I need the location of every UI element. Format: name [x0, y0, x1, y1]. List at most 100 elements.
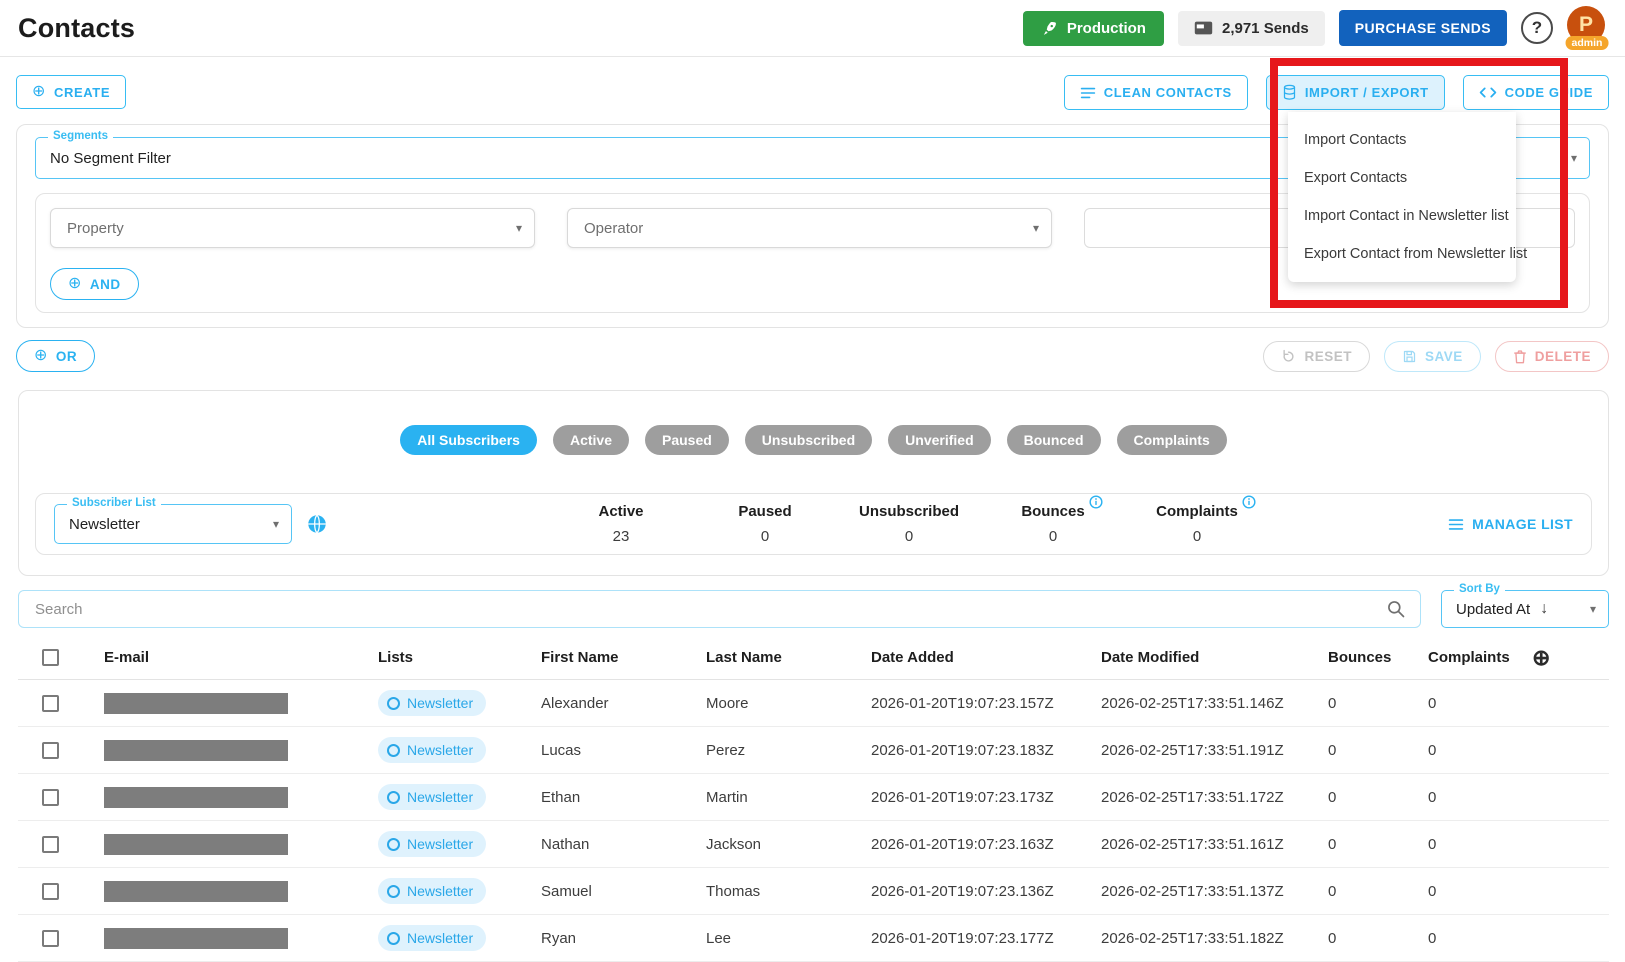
- add-or-condition-button[interactable]: ⊕ OR: [16, 340, 95, 372]
- chevron-down-icon: ▾: [1033, 221, 1039, 235]
- sort-select[interactable]: Sort By Updated At ↓ ▾: [1441, 590, 1609, 628]
- help-button[interactable]: ?: [1521, 12, 1553, 44]
- select-all-checkbox[interactable]: [42, 649, 59, 666]
- stat-label: Paused: [738, 503, 791, 520]
- status-tab[interactable]: Bounced: [1007, 425, 1101, 455]
- list-stat: Unsubscribed 0: [853, 503, 965, 545]
- col-header-last-name: Last Name: [673, 649, 838, 666]
- operator-placeholder: Operator: [584, 220, 643, 237]
- col-header-complaints: Complaints: [1418, 649, 1528, 666]
- globe-icon[interactable]: [306, 512, 330, 536]
- database-icon: [1282, 84, 1297, 101]
- menu-item[interactable]: Export Contacts: [1288, 159, 1516, 197]
- status-tab[interactable]: Complaints: [1117, 425, 1227, 455]
- import-export-button[interactable]: IMPORT / EXPORT: [1266, 75, 1445, 110]
- date-modified-cell: 2026-02-25T17:33:51.191Z: [1068, 742, 1318, 759]
- status-tab[interactable]: Active: [553, 425, 629, 455]
- toolbar-right-group: CLEAN CONTACTS IMPORT / EXPORT: [1064, 75, 1609, 110]
- list-chip-label: Newsletter: [407, 742, 473, 758]
- property-select[interactable]: Property ▾: [50, 208, 535, 248]
- list-chip[interactable]: Newsletter: [378, 925, 486, 951]
- stat-label: Complaints: [1156, 503, 1238, 520]
- purchase-sends-button[interactable]: PURCHASE SENDS: [1339, 10, 1507, 46]
- create-button[interactable]: ⊕ CREATE: [16, 75, 126, 109]
- row-checkbox[interactable]: [42, 836, 59, 853]
- reset-label: RESET: [1304, 349, 1352, 364]
- list-chip[interactable]: Newsletter: [378, 878, 486, 904]
- list-chip-label: Newsletter: [407, 695, 473, 711]
- add-and-condition-button[interactable]: ⊕ AND: [50, 268, 139, 300]
- table-row[interactable]: Newsletter Ethan Martin 2026-01-20T19:07…: [18, 774, 1609, 821]
- row-checkbox[interactable]: [42, 883, 59, 900]
- production-button[interactable]: Production: [1023, 11, 1164, 46]
- col-header-email: E-mail: [68, 649, 348, 666]
- redacted-email: [104, 881, 288, 902]
- stat-value: 0: [709, 528, 821, 545]
- menu-item[interactable]: Export Contact from Newsletter list: [1288, 235, 1516, 273]
- info-icon[interactable]: [1089, 495, 1103, 509]
- list-chip-label: Newsletter: [407, 883, 473, 899]
- row-checkbox[interactable]: [42, 930, 59, 947]
- header-actions: Production 2,971 Sends PURCHASE SENDS ? …: [1023, 6, 1607, 50]
- complaints-cell: 0: [1418, 789, 1528, 806]
- list-chip[interactable]: Newsletter: [378, 737, 486, 763]
- list-stat: Complaints 0: [1141, 503, 1253, 545]
- status-tab[interactable]: Unsubscribed: [745, 425, 872, 455]
- save-label: SAVE: [1425, 349, 1463, 364]
- add-column-icon[interactable]: ⊕: [1532, 646, 1556, 670]
- circle-icon: [387, 791, 400, 804]
- table-row[interactable]: Newsletter Nathan Jackson 2026-01-20T19:…: [18, 821, 1609, 868]
- bounces-cell: 0: [1318, 742, 1418, 759]
- list-chip[interactable]: Newsletter: [378, 831, 486, 857]
- question-mark-icon: ?: [1532, 18, 1542, 38]
- stat-value: 0: [853, 528, 965, 545]
- last-name-cell: Jackson: [673, 836, 838, 853]
- sort-by-label: Sort By: [1454, 583, 1505, 595]
- contacts-page: Contacts Production: [0, 0, 1625, 917]
- chevron-down-icon: ▾: [516, 221, 522, 235]
- status-tab[interactable]: All Subscribers: [400, 425, 537, 455]
- save-button[interactable]: SAVE: [1384, 341, 1481, 372]
- subscriber-list-select[interactable]: Subscriber List Newsletter ▾: [54, 504, 292, 544]
- menu-item[interactable]: Import Contact in Newsletter list: [1288, 197, 1516, 235]
- segments-value: No Segment Filter: [50, 150, 171, 167]
- code-guide-button[interactable]: CODE GUIDE: [1463, 75, 1609, 110]
- arrow-down-icon: ↓: [1540, 600, 1548, 618]
- table-row[interactable]: Newsletter Ryan Lee 2026-01-20T19:07:23.…: [18, 915, 1609, 962]
- status-tab[interactable]: Paused: [645, 425, 729, 455]
- list-chip[interactable]: Newsletter: [378, 784, 486, 810]
- row-checkbox[interactable]: [42, 695, 59, 712]
- stat-label: Bounces: [1021, 503, 1084, 520]
- first-name-cell: Nathan: [508, 836, 673, 853]
- menu-item[interactable]: Import Contacts: [1288, 121, 1516, 159]
- first-name-cell: Lucas: [508, 742, 673, 759]
- clean-contacts-button[interactable]: CLEAN CONTACTS: [1064, 75, 1248, 110]
- list-chip[interactable]: Newsletter: [378, 690, 486, 716]
- table-row[interactable]: Newsletter Lucas Perez 2026-01-20T19:07:…: [18, 727, 1609, 774]
- date-modified-cell: 2026-02-25T17:33:51.161Z: [1068, 836, 1318, 853]
- search-icon[interactable]: [1386, 599, 1406, 619]
- contacts-table: E-mail Lists First Name Last Name Date A…: [18, 636, 1609, 962]
- plus-circle-icon: ⊕: [32, 84, 46, 100]
- row-checkbox[interactable]: [42, 789, 59, 806]
- table-row[interactable]: Newsletter Alexander Moore 2026-01-20T19…: [18, 680, 1609, 727]
- manage-list-button[interactable]: MANAGE LIST: [1448, 516, 1573, 532]
- table-row[interactable]: Newsletter Samuel Thomas 2026-01-20T19:0…: [18, 868, 1609, 915]
- top-header: Contacts Production: [0, 0, 1625, 57]
- code-guide-label: CODE GUIDE: [1505, 85, 1593, 100]
- sends-counter[interactable]: 2,971 Sends: [1178, 11, 1325, 46]
- row-checkbox[interactable]: [42, 742, 59, 759]
- search-input[interactable]: [19, 601, 1420, 618]
- subscriber-list-value: Newsletter: [69, 516, 140, 533]
- bounces-cell: 0: [1318, 883, 1418, 900]
- stat-value: 0: [1141, 528, 1253, 545]
- property-placeholder: Property: [67, 220, 124, 237]
- page-title: Contacts: [18, 13, 135, 44]
- reset-button[interactable]: RESET: [1263, 341, 1370, 372]
- user-avatar[interactable]: P admin: [1567, 6, 1607, 50]
- first-name-cell: Alexander: [508, 695, 673, 712]
- delete-button[interactable]: DELETE: [1495, 341, 1609, 372]
- info-icon[interactable]: [1242, 495, 1256, 509]
- operator-select[interactable]: Operator ▾: [567, 208, 1052, 248]
- status-tab[interactable]: Unverified: [888, 425, 990, 455]
